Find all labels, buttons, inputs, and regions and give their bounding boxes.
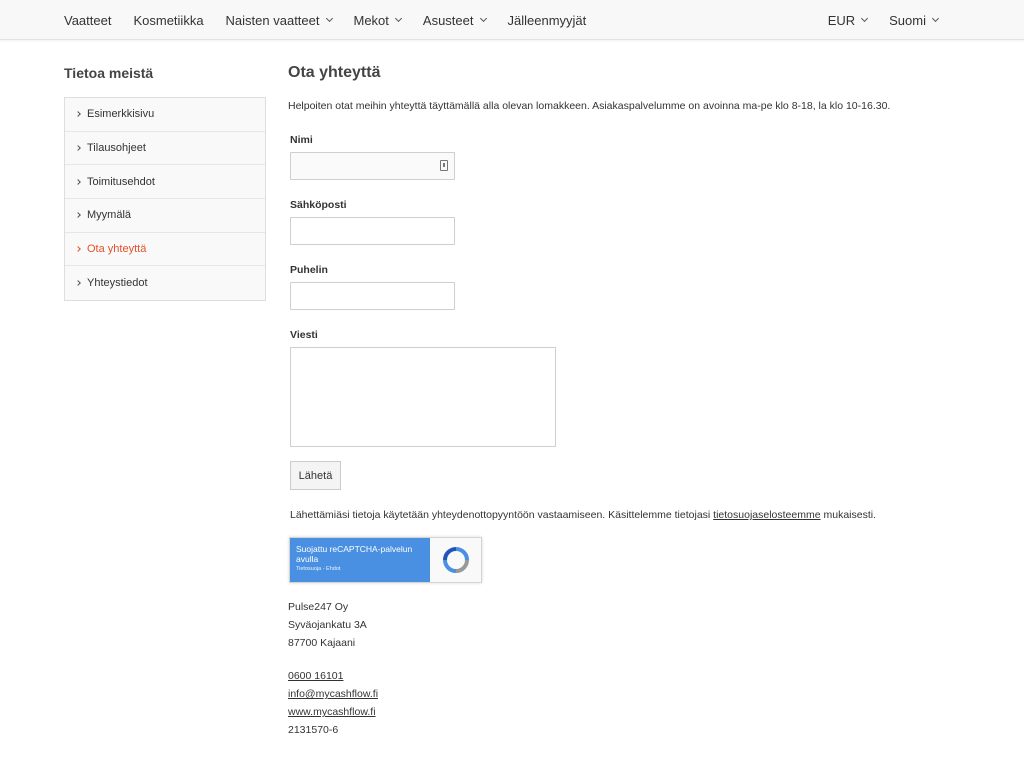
phone-label: Puhelin xyxy=(290,264,328,276)
autofill-key-icon[interactable] xyxy=(440,160,448,171)
nav-item-label: Asusteet xyxy=(422,12,474,28)
company-name: Pulse247 Oy xyxy=(288,601,349,613)
name-label: Nimi xyxy=(290,134,313,146)
chevron-right-icon xyxy=(75,145,81,151)
sidebar-item-label: Ota yhteyttä xyxy=(87,243,147,256)
privacy-text-end: mukaisesti. xyxy=(820,509,876,521)
chevron-down-icon xyxy=(325,14,333,23)
sidebar-item-label: Myymälä xyxy=(87,209,132,222)
phone-field[interactable] xyxy=(290,282,455,310)
sidebar-title: Tietoa meistä xyxy=(64,65,154,81)
nav-item-label: Naisten vaatteet xyxy=(225,12,320,28)
message-textarea[interactable] xyxy=(290,347,556,447)
nav-item-label: Jälleenmyyjät xyxy=(507,12,587,28)
chevron-right-icon xyxy=(75,280,81,287)
privacy-policy-link[interactable]: tietosuojaselosteemme xyxy=(713,509,820,521)
nav-item-vaatteet[interactable]: Vaatteet xyxy=(64,13,111,28)
language-label: Suomi xyxy=(889,12,926,28)
nav-item-naisten-vaatteet[interactable]: Naisten vaatteet xyxy=(225,12,333,28)
name-field[interactable] xyxy=(290,152,455,180)
sidebar-item-myymala[interactable]: Myymälä xyxy=(65,199,265,233)
recaptcha-logo-icon xyxy=(443,547,469,573)
website-link[interactable]: www.mycashflow.fi xyxy=(288,706,376,718)
nav-item-kosmetiikka[interactable]: Kosmetiikka xyxy=(133,13,203,28)
chevron-down-icon xyxy=(931,14,940,23)
chevron-right-icon xyxy=(75,212,81,219)
language-selector[interactable]: Suomi xyxy=(889,12,940,28)
submit-button[interactable]: Lähetä xyxy=(290,461,341,490)
sidebar-item-toimitusehdot[interactable]: Toimitusehdot xyxy=(65,165,265,200)
main-menu: Vaatteet Kosmetiikka Naisten vaatteet Me… xyxy=(64,0,608,40)
nav-item-label: Vaatteet xyxy=(64,12,112,28)
sidebar-item-label: Tilausohjeet xyxy=(87,142,146,155)
email-label: Sähköposti xyxy=(290,199,347,211)
sidebar-item-yhteystiedot[interactable]: Yhteystiedot xyxy=(65,266,265,300)
chevron-down-icon xyxy=(861,14,869,23)
chevron-right-icon xyxy=(75,178,81,185)
sidebar-item-ota-yhteytta[interactable]: Ota yhteyttä xyxy=(65,233,265,267)
currency-label: EUR xyxy=(827,12,856,28)
privacy-notice: Lähettämiäsi tietoja käytetään yhteydeno… xyxy=(290,509,876,521)
chevron-right-icon xyxy=(75,246,81,252)
sidebar-item-esimerkkisivu[interactable]: Esimerkkisivu xyxy=(65,98,265,132)
business-id: 2131570-6 xyxy=(288,724,339,736)
city-address: 87700 Kajaani xyxy=(288,637,356,649)
nav-item-label: Kosmetiikka xyxy=(133,12,204,28)
nav-item-mekot[interactable]: Mekot xyxy=(353,12,402,28)
recaptcha-badge: Suojattu reCAPTCHA-palvelun avulla Tieto… xyxy=(289,537,482,583)
recaptcha-links[interactable]: Tietosuoja - Ehdot xyxy=(296,566,430,572)
email-link[interactable]: info@mycashflow.fi xyxy=(288,688,378,700)
chevron-down-icon xyxy=(479,14,487,23)
nav-item-jalleenmyyjat[interactable]: Jälleenmyyjät xyxy=(508,13,587,28)
sidebar-item-label: Toimitusehdot xyxy=(87,175,155,188)
nav-item-label: Mekot xyxy=(353,12,389,28)
currency-selector[interactable]: EUR xyxy=(827,12,869,28)
intro-text: Helpoiten otat meihin yhteyttä täyttämäl… xyxy=(288,100,891,112)
nav-item-asusteet[interactable]: Asusteet xyxy=(422,12,487,28)
chevron-right-icon xyxy=(75,111,81,118)
recaptcha-info: Suojattu reCAPTCHA-palvelun avulla Tieto… xyxy=(290,538,430,582)
street-address: Syväojankatu 3A xyxy=(288,619,367,631)
sidebar-item-label: Yhteystiedot xyxy=(87,277,148,290)
sidebar-menu: Esimerkkisivu Tilausohjeet Toimitusehdot… xyxy=(64,97,266,302)
chevron-down-icon xyxy=(394,14,402,23)
page-title: Ota yhteyttä xyxy=(288,64,381,81)
locale-menu: EUR Suomi xyxy=(806,0,940,40)
sidebar-item-label: Esimerkkisivu xyxy=(87,108,155,121)
sidebar-item-tilausohjeet[interactable]: Tilausohjeet xyxy=(65,132,265,166)
recaptcha-text: Suojattu reCAPTCHA-palvelun avulla xyxy=(296,544,413,564)
message-label: Viesti xyxy=(290,329,318,341)
phone-link[interactable]: 0600 16101 xyxy=(288,670,343,682)
privacy-text: Lähettämiäsi tietoja käytetään yhteydeno… xyxy=(290,509,714,521)
top-navigation: Vaatteet Kosmetiikka Naisten vaatteet Me… xyxy=(0,0,1024,40)
email-field[interactable] xyxy=(290,217,455,245)
